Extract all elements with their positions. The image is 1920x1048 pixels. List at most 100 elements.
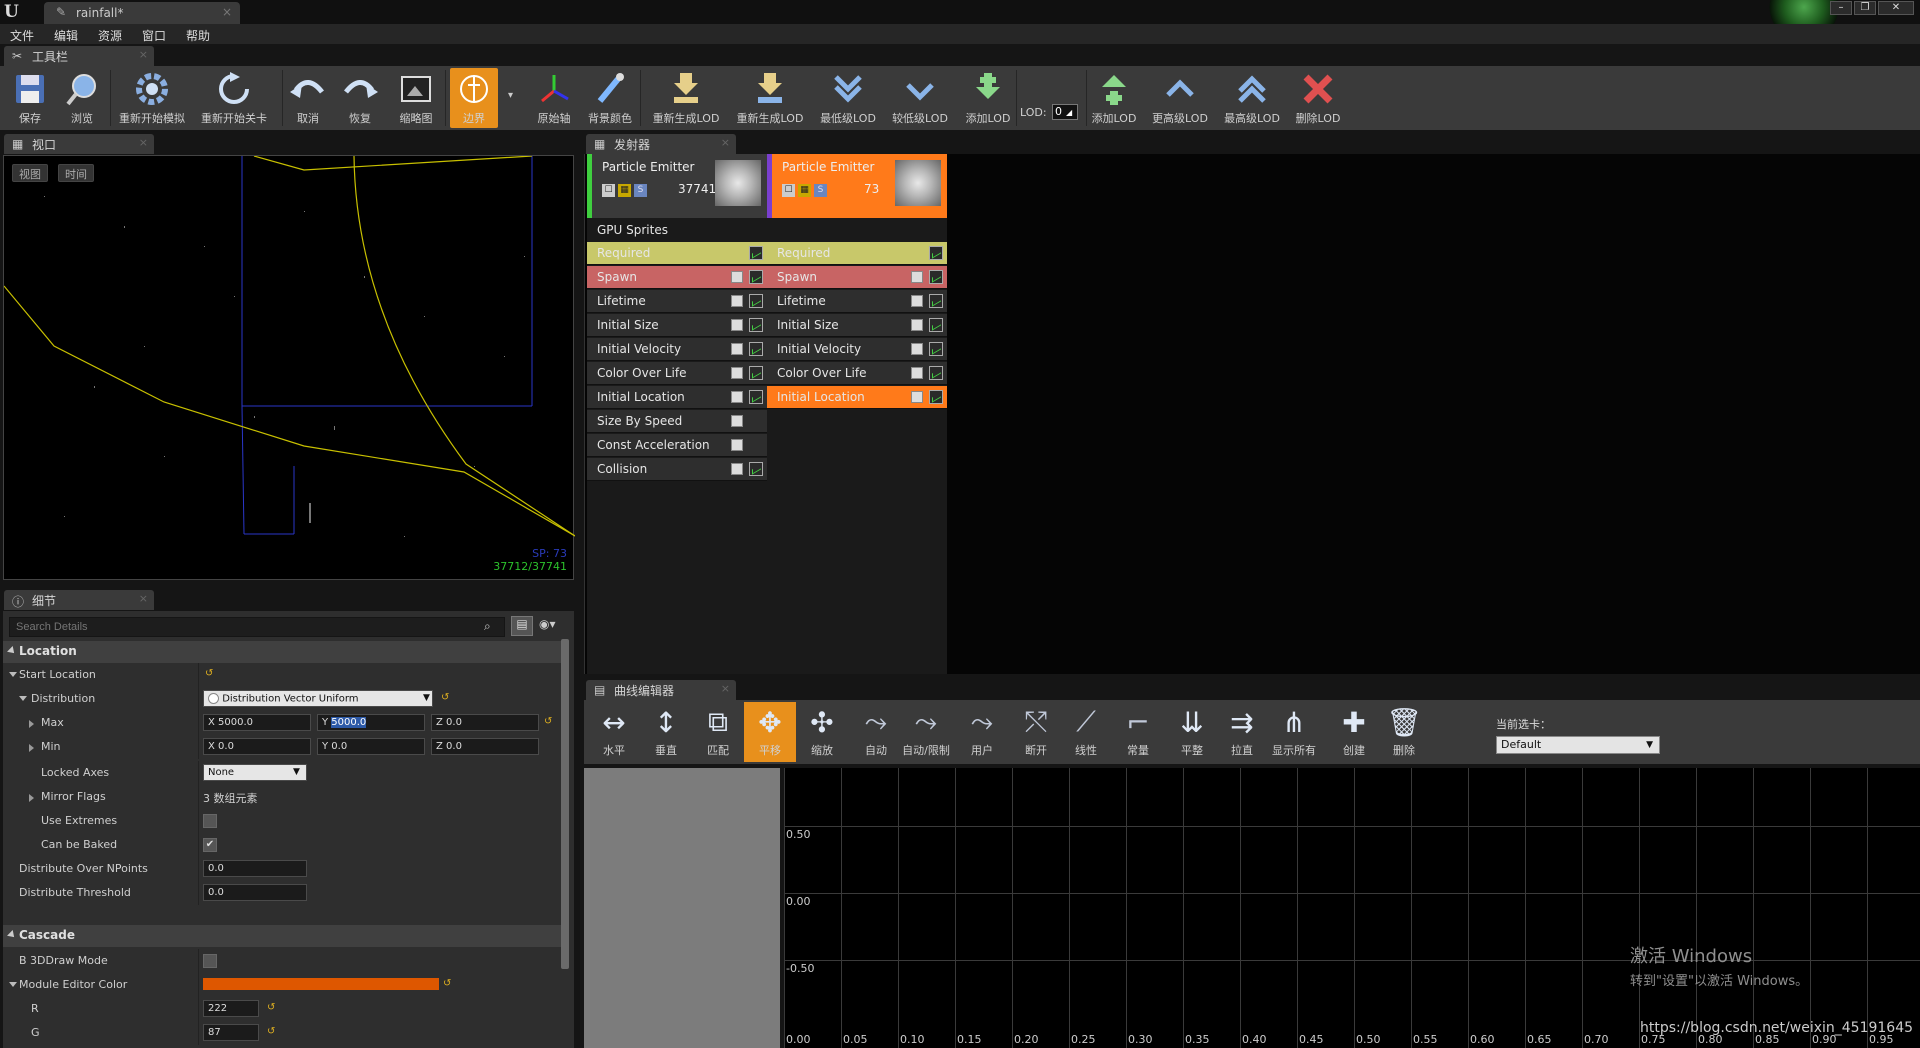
prop-min[interactable]: Min X 0.0 Y 0.0 Z 0.0: [3, 735, 563, 759]
curve-toggle-icon[interactable]: [929, 270, 943, 284]
module-row[interactable]: Spawn: [767, 266, 947, 289]
min-z-field[interactable]: Z 0.0: [431, 738, 539, 755]
module-row[interactable]: Initial Velocity: [587, 338, 767, 361]
max-z-field[interactable]: Z 0.0: [431, 714, 539, 731]
prop-start-location[interactable]: Start Location ↺: [3, 663, 563, 687]
curve-toggle-icon[interactable]: [749, 342, 763, 356]
module-enable-checkbox[interactable]: [911, 319, 923, 331]
emitter-type[interactable]: [767, 218, 947, 242]
current-tab-select[interactable]: Default ▼: [1496, 736, 1660, 754]
viewport[interactable]: 视图 时间 SP: 73 37712/37741: [3, 155, 575, 580]
module-enable-checkbox[interactable]: [911, 271, 923, 283]
curve-toggle-icon[interactable]: [749, 462, 763, 476]
module-enable-checkbox[interactable]: [731, 463, 743, 475]
prop-mirror-flags[interactable]: Mirror Flags 3 数组元素: [3, 785, 563, 809]
reset-icon[interactable]: ↺: [544, 716, 552, 727]
details-scrollbar[interactable]: [561, 639, 569, 969]
max-x-field[interactable]: X 5000.0: [203, 714, 311, 731]
close-window-button[interactable]: ✕: [1878, 1, 1914, 15]
curve-graph[interactable]: 0.00 0.05 0.10 0.15 0.20 0.25 0.30 0.35 0.40 0.45…: [784, 768, 1920, 1048]
module-row[interactable]: Collision: [587, 458, 767, 481]
emitter-type[interactable]: GPU Sprites: [587, 218, 767, 242]
document-tab[interactable]: ✎ rainfall* ×: [44, 2, 240, 24]
module-row[interactable]: Size By Speed: [587, 410, 767, 433]
use-extremes-checkbox[interactable]: [203, 814, 217, 828]
module-row[interactable]: Required: [587, 242, 767, 265]
prop-b3d-draw-mode[interactable]: B 3DDraw Mode: [3, 949, 563, 973]
module-row[interactable]: Spawn: [587, 266, 767, 289]
tab-curve-editor[interactable]: ▤ 曲线编辑器 ×: [586, 680, 736, 700]
menu-file[interactable]: 文件: [10, 27, 34, 44]
module-enable-checkbox[interactable]: [731, 271, 743, 283]
tab-viewport[interactable]: ▦ 视口 ×: [4, 134, 154, 154]
restart-sim-button[interactable]: 重新开始模拟: [119, 68, 185, 128]
menu-window[interactable]: 窗口: [142, 27, 166, 44]
curve-toggle-icon[interactable]: [749, 246, 763, 260]
prop-module-editor-color[interactable]: Module Editor Color ↺: [3, 973, 563, 997]
r-field[interactable]: 222: [203, 1000, 259, 1017]
minimize-button[interactable]: –: [1830, 1, 1852, 15]
module-row[interactable]: Initial Velocity: [767, 338, 947, 361]
tab-toolbar[interactable]: ✂ 工具栏 ×: [4, 46, 154, 66]
curve-toggle-icon[interactable]: [929, 318, 943, 332]
add-lod-button[interactable]: 添加LOD: [960, 68, 1016, 128]
module-row[interactable]: Color Over Life: [767, 362, 947, 385]
max-y-field[interactable]: Y 5000.0: [317, 714, 425, 731]
prop-use-extremes[interactable]: Use Extremes: [3, 809, 563, 833]
distribute-threshold-field[interactable]: 0.0: [203, 884, 307, 901]
delete-button[interactable]: 🗑 删除: [1378, 702, 1430, 762]
tab-emitters[interactable]: ▦ 发射器 ×: [586, 134, 736, 154]
distribute-npoints-field[interactable]: 0.0: [203, 860, 307, 877]
prop-distribution[interactable]: Distribution Distribution Vector Uniform…: [3, 687, 563, 711]
module-row[interactable]: Lifetime: [587, 290, 767, 313]
close-icon[interactable]: ×: [721, 136, 730, 149]
prop-distribute-npoints[interactable]: Distribute Over NPoints 0.0: [3, 857, 563, 881]
module-enable-checkbox[interactable]: [731, 415, 743, 427]
curve-toggle-icon[interactable]: [749, 294, 763, 308]
g-field[interactable]: 87: [203, 1024, 259, 1041]
module-row[interactable]: Initial Size: [767, 314, 947, 337]
reset-icon[interactable]: ↺: [443, 978, 451, 989]
menu-help[interactable]: 帮助: [186, 27, 210, 44]
prop-can-be-baked[interactable]: Can be Baked ✔: [3, 833, 563, 857]
reset-icon[interactable]: ↺: [267, 1002, 275, 1013]
close-icon[interactable]: ×: [222, 5, 232, 19]
eye-icon[interactable]: ◉▾: [539, 617, 556, 631]
module-enable-checkbox[interactable]: [911, 391, 923, 403]
module-row[interactable]: Initial Location: [767, 386, 947, 409]
module-enable-checkbox[interactable]: [731, 295, 743, 307]
lod-input[interactable]: 0 ◢: [1052, 104, 1078, 120]
close-icon[interactable]: ×: [139, 136, 148, 149]
module-enable-checkbox[interactable]: [731, 391, 743, 403]
distribution-select[interactable]: Distribution Vector Uniform: [203, 690, 433, 707]
prop-max[interactable]: Max X 5000.0 Y 5000.0 Z 0.0 ↺: [3, 711, 563, 735]
min-x-field[interactable]: X 0.0: [203, 738, 311, 755]
view-options-icon[interactable]: ▤: [511, 616, 533, 636]
curve-toggle-icon[interactable]: [929, 390, 943, 404]
enable-icon[interactable]: ☐: [782, 184, 795, 197]
close-icon[interactable]: ×: [721, 682, 730, 695]
maximize-button[interactable]: ❐: [1854, 1, 1876, 15]
section-location[interactable]: Location: [3, 641, 563, 663]
s-icon[interactable]: S: [814, 184, 827, 197]
prop-distribute-threshold[interactable]: Distribute Threshold 0.0: [3, 881, 563, 905]
menu-edit[interactable]: 编辑: [54, 27, 78, 44]
section-cascade[interactable]: Cascade: [3, 925, 563, 947]
solo-icon[interactable]: ▦: [618, 184, 631, 197]
curve-toggle-icon[interactable]: [749, 270, 763, 284]
prop-r[interactable]: R 222 ↺: [3, 997, 563, 1021]
module-enable-checkbox[interactable]: [731, 343, 743, 355]
can-be-baked-checkbox[interactable]: ✔: [203, 838, 217, 852]
delete-lod-button[interactable]: 删除LOD: [1290, 68, 1346, 128]
min-y-field[interactable]: Y 0.0: [317, 738, 425, 755]
module-row[interactable]: Const Acceleration: [587, 434, 767, 457]
reset-icon[interactable]: ↺: [441, 692, 449, 703]
module-enable-checkbox[interactable]: [911, 295, 923, 307]
reset-icon[interactable]: ↺: [205, 668, 213, 679]
close-icon[interactable]: ×: [139, 48, 148, 61]
module-row[interactable]: Color Over Life: [587, 362, 767, 385]
module-enable-checkbox[interactable]: [731, 439, 743, 451]
module-enable-checkbox[interactable]: [731, 319, 743, 331]
module-enable-checkbox[interactable]: [731, 367, 743, 379]
s-icon[interactable]: S: [634, 184, 647, 197]
